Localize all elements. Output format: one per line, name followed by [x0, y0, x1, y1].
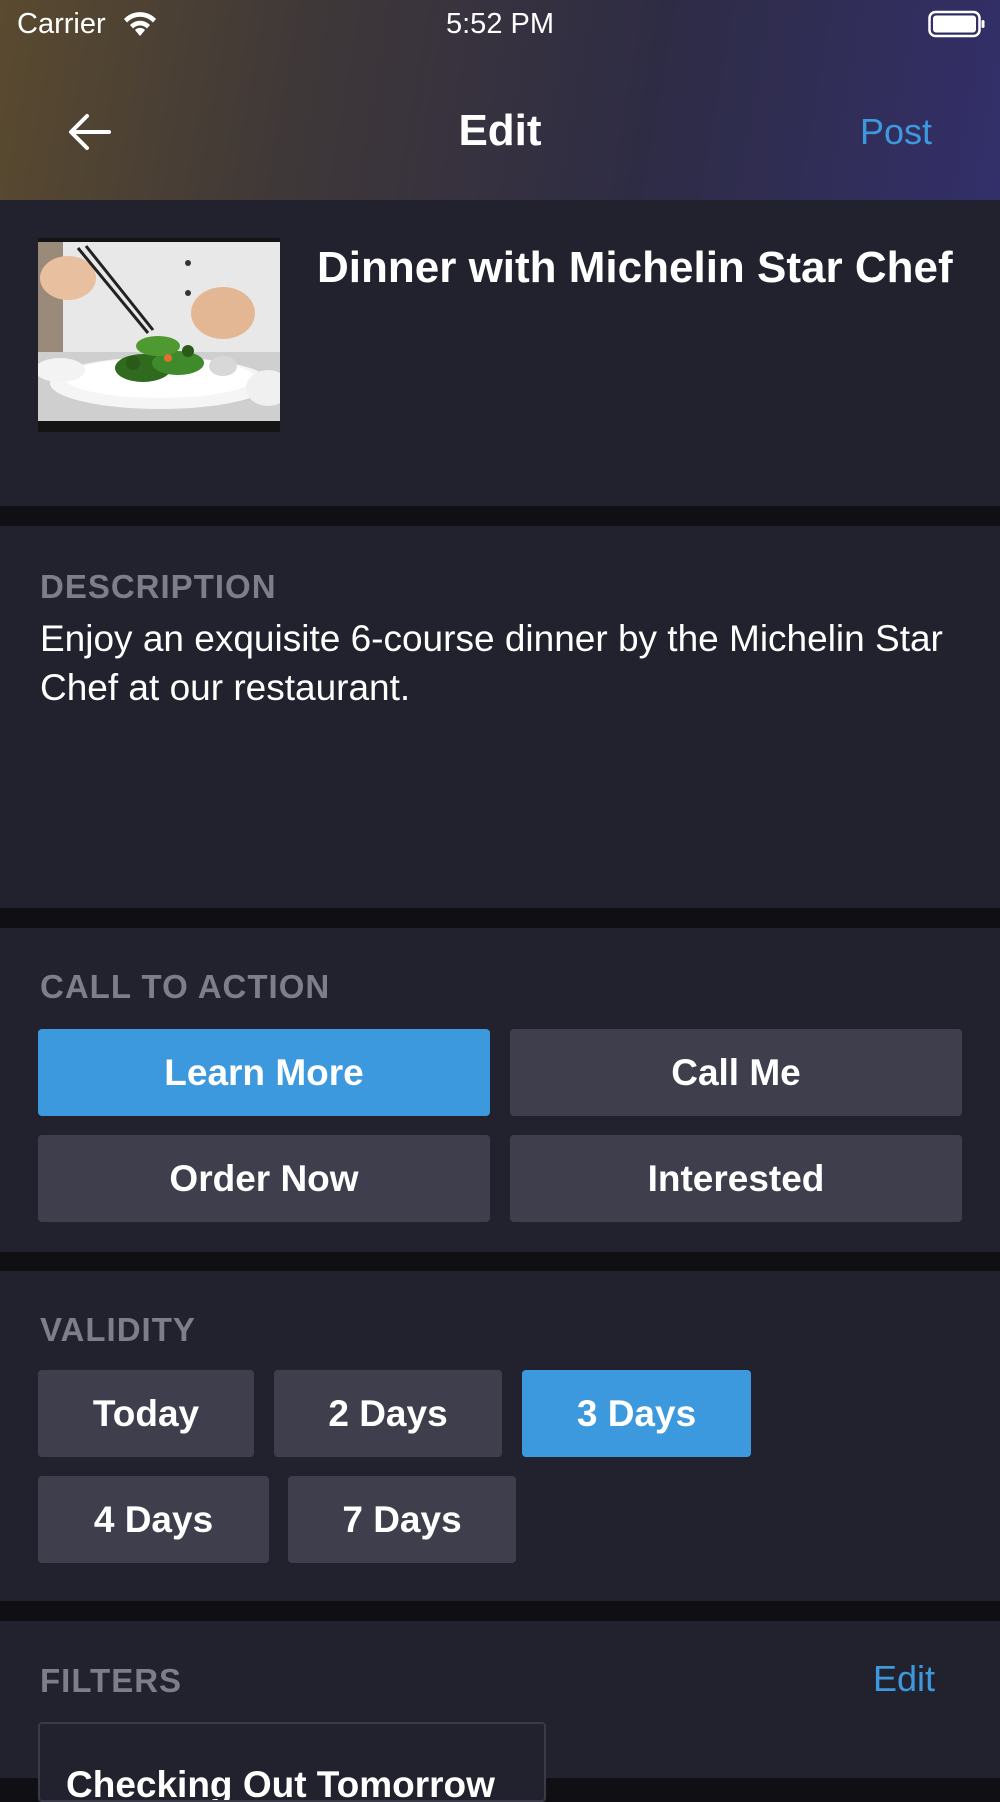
description-textarea[interactable]: Enjoy an exquisite 6-course dinner by th… — [40, 614, 960, 712]
filters-edit-button[interactable]: Edit — [873, 1658, 935, 1700]
validity-3-days-button[interactable]: 3 Days — [522, 1370, 751, 1457]
cta-order-now-button[interactable]: Order Now — [38, 1135, 490, 1222]
filter-chip[interactable]: Checking Out Tomorrow — [38, 1722, 546, 1802]
description-label: DESCRIPTION — [40, 568, 277, 605]
cta-learn-more-button[interactable]: Learn More — [38, 1029, 490, 1116]
chef-plating-image — [38, 242, 280, 432]
call-to-action-label: CALL TO ACTION — [40, 968, 331, 1005]
validity-7-days-button[interactable]: 7 Days — [288, 1476, 516, 1563]
post-button[interactable]: Post — [860, 111, 932, 153]
event-title[interactable]: Dinner with Michelin Star Chef — [317, 240, 957, 296]
filters-label: FILTERS — [40, 1662, 183, 1699]
validity-label: VALIDITY — [40, 1311, 196, 1348]
validity-today-button[interactable]: Today — [38, 1370, 254, 1457]
status-bar: Carrier 5:52 PM — [0, 0, 1000, 50]
validity-4-days-button[interactable]: 4 Days — [38, 1476, 269, 1563]
event-image[interactable] — [38, 238, 280, 432]
nav-header: Carrier 5:52 PM Edit Post — [0, 0, 1000, 200]
cta-interested-button[interactable]: Interested — [510, 1135, 962, 1222]
status-time: 5:52 PM — [446, 8, 554, 40]
battery-icon — [928, 10, 985, 38]
cta-call-me-button[interactable]: Call Me — [510, 1029, 962, 1116]
validity-2-days-button[interactable]: 2 Days — [274, 1370, 502, 1457]
page-title: Edit — [458, 106, 542, 155]
filter-chip-label: Checking Out Tomorrow — [66, 1764, 495, 1802]
